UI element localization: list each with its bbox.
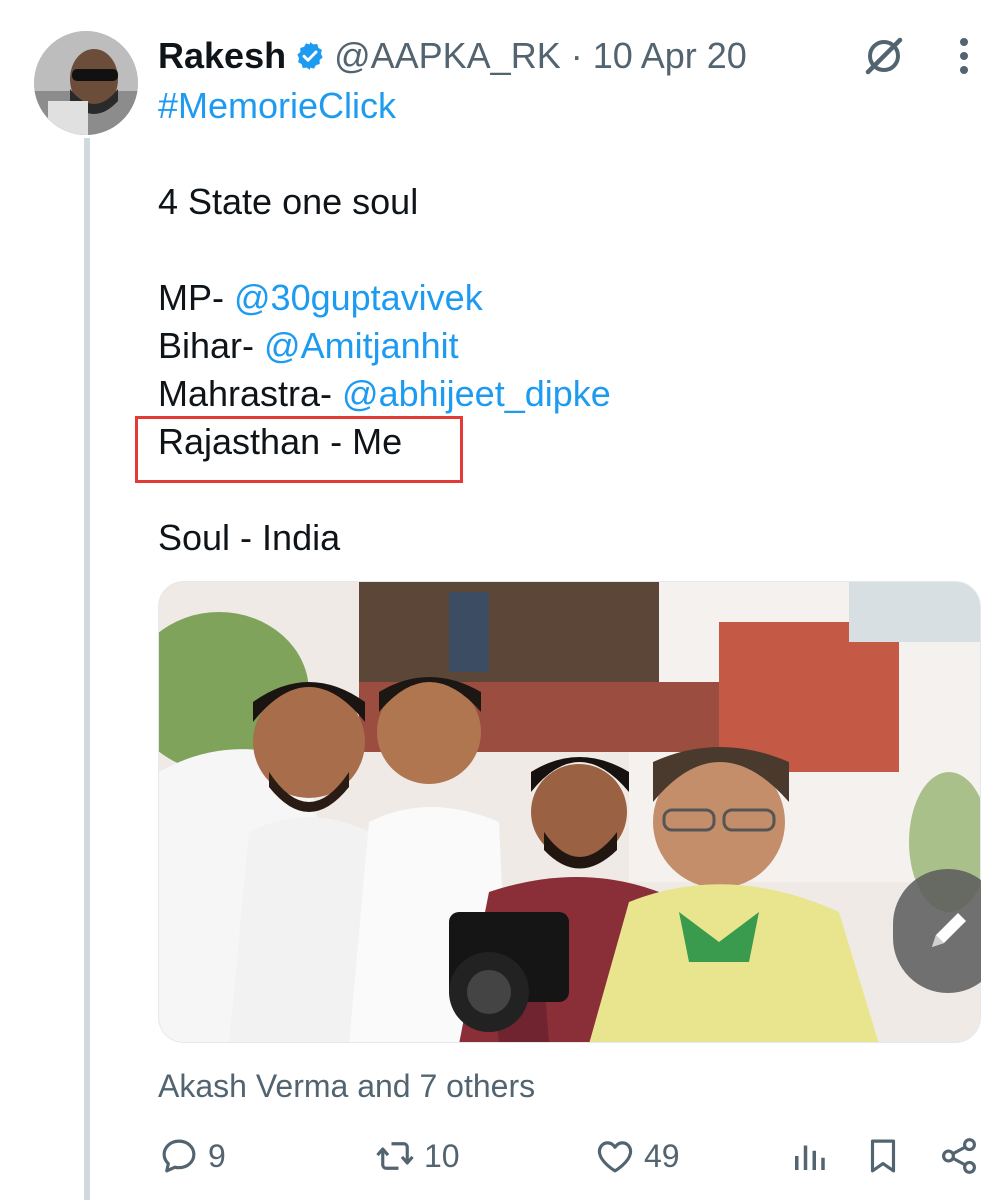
author-handle-date[interactable]: @AAPKA_RK · 10 Apr 20 — [334, 35, 747, 77]
more-icon[interactable] — [944, 32, 981, 80]
retweet-count: 10 — [424, 1137, 460, 1174]
action-bar: 9 10 49 — [158, 1132, 981, 1180]
mahrastra-label: Mahrastra- — [158, 373, 343, 414]
reply-button[interactable]: 9 — [158, 1132, 226, 1180]
tweet-header: Rakesh @AAPKA_RK · 10 Apr 20 — [158, 28, 747, 84]
tweet-line-mp: MP- @30guptavivek — [158, 274, 483, 322]
like-count: 49 — [644, 1137, 680, 1174]
edit-icon — [932, 913, 966, 947]
share-button[interactable] — [938, 1132, 980, 1180]
tweet-line-mahrastra: Mahrastra- @abhijeet_dipke — [158, 370, 611, 418]
retweet-icon — [376, 1142, 414, 1170]
grok-icon[interactable] — [860, 32, 908, 80]
like-icon — [597, 1141, 633, 1173]
verified-icon — [297, 42, 323, 70]
retweet-button[interactable]: 10 — [374, 1132, 460, 1180]
bookmark-button[interactable] — [862, 1132, 904, 1180]
compose-button[interactable] — [893, 869, 981, 993]
reply-icon — [162, 1139, 196, 1173]
mention-30guptavivek[interactable]: @30guptavivek — [234, 277, 483, 318]
avatar[interactable] — [34, 31, 138, 135]
share-icon — [942, 1138, 976, 1174]
views-icon — [795, 1145, 825, 1170]
tweet-line-soul: Soul - India — [158, 517, 341, 558]
reply-count: 9 — [208, 1137, 226, 1174]
mention-abhijeet-dipke[interactable]: @abhijeet_dipke — [342, 373, 611, 414]
views-button[interactable] — [788, 1132, 830, 1180]
hashtag-link[interactable]: #MemorieClick — [158, 82, 396, 130]
bihar-label: Bihar- — [158, 325, 265, 366]
mention-amitjanhit[interactable]: @Amitjanhit — [264, 325, 459, 366]
tagged-users[interactable]: Akash Verma and 7 others — [158, 1062, 535, 1110]
highlight-annotation — [135, 416, 463, 483]
tweet-photo[interactable] — [158, 581, 981, 1043]
tweet-line-title: 4 State one soul — [158, 181, 419, 222]
author-name[interactable]: Rakesh — [158, 35, 286, 77]
tweet-line-bihar: Bihar- @Amitjanhit — [158, 322, 459, 370]
mp-label: MP- — [158, 277, 234, 318]
bookmark-icon — [870, 1139, 896, 1173]
thread-line — [84, 138, 90, 1200]
like-button[interactable]: 49 — [594, 1132, 680, 1180]
